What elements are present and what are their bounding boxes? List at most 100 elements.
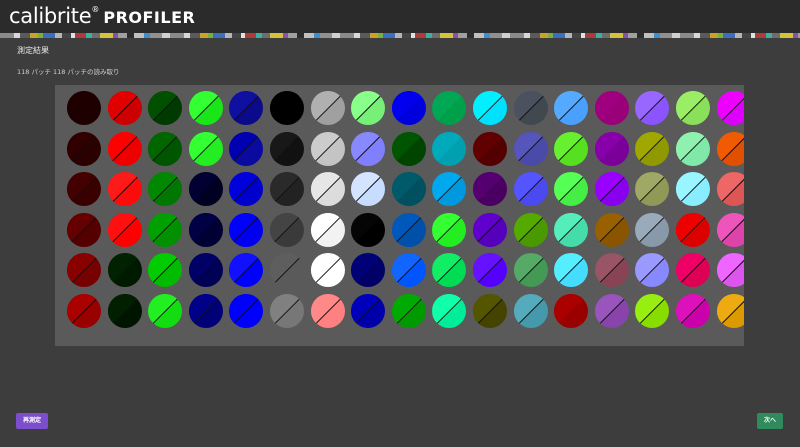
patch-count-summary: 118 パッチ 118 パッチの読み取り (17, 68, 120, 76)
strip-segment (723, 33, 735, 38)
color-patch (67, 172, 101, 207)
color-patch (67, 131, 101, 166)
strip-segment (660, 33, 672, 38)
color-patch (229, 294, 264, 328)
strip-segment (118, 33, 127, 38)
strip-segment (340, 33, 354, 38)
reference-half (594, 91, 629, 125)
strip-segment (735, 33, 742, 38)
color-patch (67, 91, 101, 125)
reference-half (188, 253, 223, 288)
color-patch (635, 172, 670, 207)
color-patch (594, 294, 629, 328)
reference-half (391, 172, 426, 207)
strip-segment (780, 33, 793, 38)
color-patch (513, 294, 548, 328)
color-patch (676, 91, 710, 125)
color-patch (432, 253, 467, 288)
color-patch (107, 253, 142, 288)
color-patch (229, 253, 264, 288)
strip-segment (75, 33, 86, 38)
strip-segment (232, 33, 241, 38)
strip-segment (540, 33, 548, 38)
strip-segment (150, 33, 162, 38)
color-patch (473, 91, 507, 125)
reference-half (188, 212, 223, 247)
strip-segment (62, 33, 71, 38)
strip-segment (225, 33, 232, 38)
page-title: 測定結果 (17, 46, 49, 55)
reference-half (391, 131, 426, 166)
color-patch (473, 253, 507, 288)
reference-half (67, 91, 101, 125)
strip-segment (553, 33, 565, 38)
color-patch (716, 212, 744, 247)
strip-segment (672, 33, 680, 38)
strip-segment (458, 33, 467, 38)
color-patch (554, 91, 589, 125)
color-patch (310, 172, 345, 207)
color-patch (67, 294, 101, 328)
color-patch (676, 253, 710, 288)
strip-segment (127, 33, 134, 38)
strip-segment (100, 33, 113, 38)
color-patch (351, 212, 386, 247)
reference-half (473, 131, 507, 166)
color-patch (594, 91, 629, 125)
strip-segment (755, 33, 766, 38)
strip-segment (20, 33, 30, 38)
app-logo: calibrite ® PROFILER (9, 4, 195, 30)
strip-segment (510, 33, 524, 38)
color-patch (513, 131, 548, 166)
patch-row (55, 172, 744, 208)
color-patch (229, 212, 264, 247)
strip-segment (270, 33, 283, 38)
color-patch (554, 253, 589, 288)
color-patch (310, 91, 345, 125)
strip-segment (0, 33, 14, 38)
strip-segment (772, 33, 780, 38)
color-patch (473, 131, 507, 166)
strip-segment (297, 33, 304, 38)
strip-segment (474, 33, 484, 38)
color-patch (188, 253, 223, 288)
strip-segment (572, 33, 581, 38)
color-patch (432, 131, 467, 166)
color-patch (432, 91, 467, 125)
color-patch (188, 212, 223, 247)
color-patch (351, 294, 386, 328)
color-patch (148, 253, 183, 288)
strip-segment (585, 33, 596, 38)
color-patch (188, 131, 223, 166)
remeasure-button[interactable]: 再測定 (16, 413, 49, 429)
strip-segment (602, 33, 610, 38)
color-patch (270, 253, 304, 288)
color-patch (67, 253, 101, 288)
color-patch (188, 172, 223, 207)
registered-mark: ® (91, 5, 100, 14)
strip-segment (467, 33, 474, 38)
color-patch (432, 172, 467, 207)
color-patch (107, 131, 142, 166)
color-patch (513, 253, 548, 288)
strip-segment (530, 33, 540, 38)
color-patch (270, 212, 304, 247)
reference-half (594, 131, 629, 166)
strip-segment (370, 33, 378, 38)
color-patch (270, 172, 304, 207)
strip-segment (395, 33, 402, 38)
color-patch (310, 131, 345, 166)
strip-segment (680, 33, 694, 38)
strip-segment (490, 33, 502, 38)
color-patch (67, 212, 101, 247)
color-patch (270, 91, 304, 125)
strip-segment (432, 33, 440, 38)
color-patch (716, 131, 744, 166)
color-patch (391, 131, 426, 166)
reference-half (107, 253, 142, 288)
color-patch (676, 294, 710, 328)
strip-segment (43, 33, 55, 38)
strip-segment (245, 33, 256, 38)
next-button[interactable]: 次へ (757, 413, 784, 429)
color-patch (635, 131, 670, 166)
